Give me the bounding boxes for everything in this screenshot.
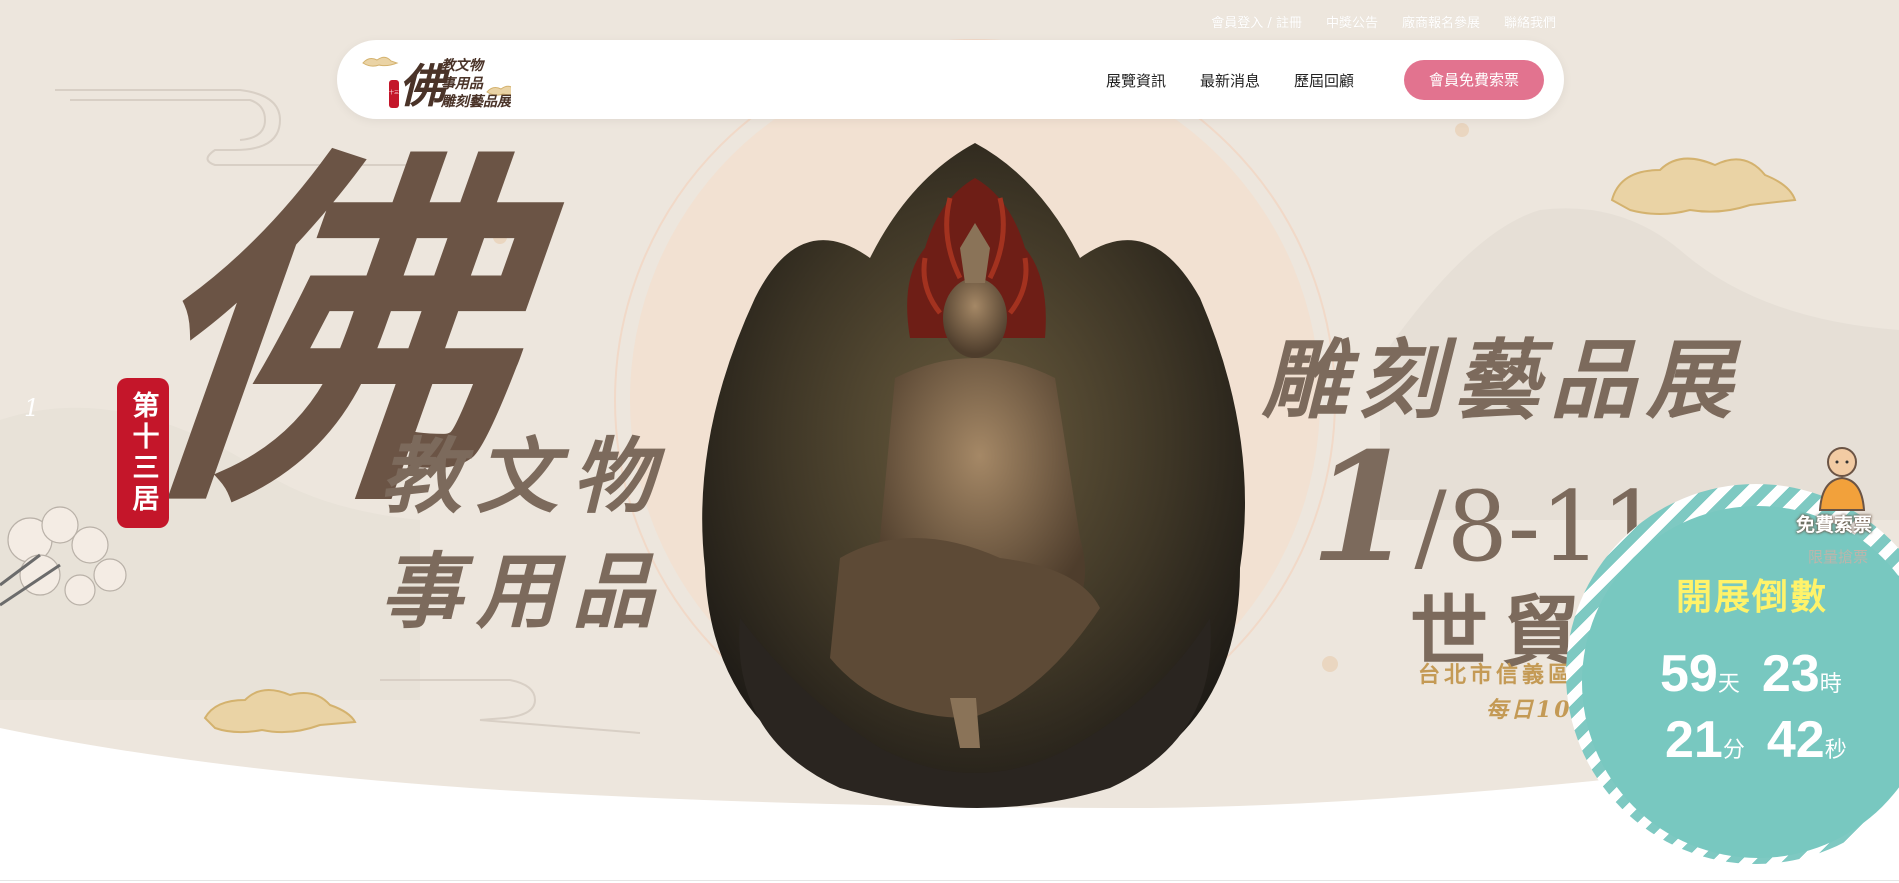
nav-menu: 展覽資訊 最新消息 歷屆回顧 (1106, 70, 1354, 91)
main-navbar: 第十三屆 佛 教文物 事用品 雕刻藝品展 展覽資訊 最新消息 歷屆回顧 會員免費… (337, 40, 1564, 119)
contact-us-link[interactable]: 聯絡我們 (1504, 12, 1556, 31)
countdown-row-min-sec: 21分 42秒 (1665, 710, 1869, 770)
logo-line3: 雕刻藝品展 (440, 93, 511, 110)
countdown-title: 開展倒數 (1676, 577, 1829, 618)
nav-item-latest-news[interactable]: 最新消息 (1200, 70, 1260, 91)
date-month: 1 (1310, 420, 1415, 596)
site-logo[interactable]: 第十三屆 佛 教文物 事用品 雕刻藝品展 (361, 48, 511, 112)
member-free-ticket-button[interactable]: 會員免費索票 (1404, 60, 1544, 100)
hero-right-title: 雕刻藝品展 (1262, 330, 1742, 431)
countdown-days-unit: 天 (1717, 672, 1740, 697)
logo-line2: 事用品 (441, 75, 484, 92)
countdown-hours: 23 (1761, 645, 1820, 703)
countdown-minutes-unit: 分 (1722, 738, 1745, 763)
free-ticket-label[interactable]: 免費索票 (1796, 510, 1872, 537)
guanyin-statue-image (702, 143, 1245, 808)
hero-subtitle-line2: 事用品 (380, 544, 668, 640)
section-divider (0, 880, 1899, 881)
hero-subtitle-line1: 教文物 (380, 429, 668, 525)
countdown-seconds-unit: 秒 (1824, 738, 1847, 763)
exhibitor-signup-link[interactable]: 廠商報名參展 (1402, 12, 1480, 31)
edition-seal: 第十三居 (117, 378, 169, 528)
logo-line1: 教文物 (441, 57, 486, 74)
countdown-hours-unit: 時 (1819, 672, 1842, 697)
nav-item-past-review[interactable]: 歷屆回顧 (1294, 70, 1354, 91)
login-register-link[interactable]: 會員登入 / 註冊 (1211, 12, 1302, 31)
slide-indicator[interactable]: 1 (24, 394, 39, 422)
countdown-row-days-hours: 59天 23時 (1660, 644, 1864, 704)
countdown-seconds: 42 (1766, 711, 1825, 769)
nav-item-exhibition-info[interactable]: 展覽資訊 (1106, 70, 1166, 91)
hero-banner: 會員登入 / 註冊 中獎公告 廠商報名參展 聯絡我們 第十三屆 佛 教文物 事用… (0, 0, 1899, 883)
top-utility-links: 會員登入 / 註冊 中獎公告 廠商報名參展 聯絡我們 (1211, 12, 1556, 31)
monk-mascot-icon[interactable] (1806, 440, 1878, 512)
countdown-days: 59 (1660, 645, 1718, 703)
winner-announcement-link[interactable]: 中獎公告 (1326, 12, 1378, 31)
limited-tickets-label: 限量搶票 (1808, 548, 1869, 566)
countdown-minutes: 21 (1665, 711, 1723, 769)
